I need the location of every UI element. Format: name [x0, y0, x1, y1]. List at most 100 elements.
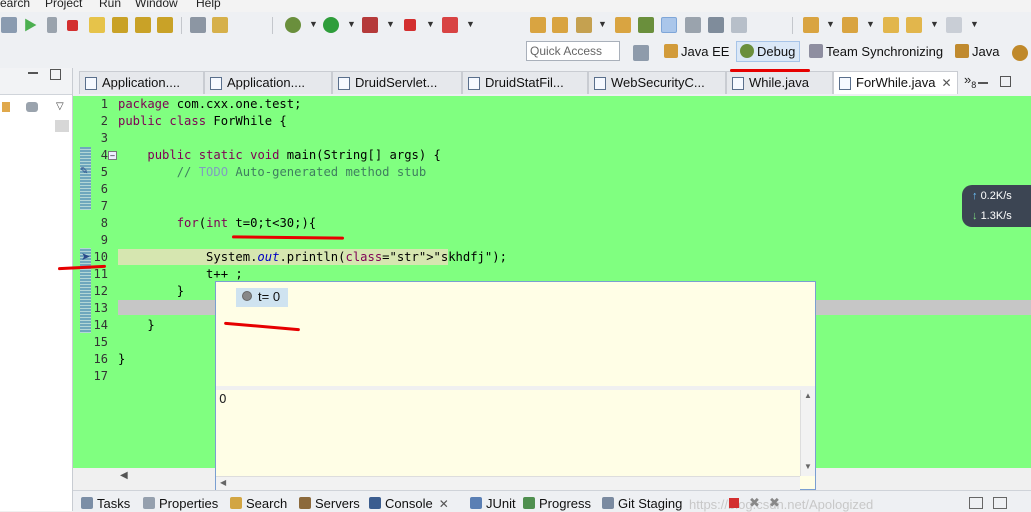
minimize-icon[interactable] — [28, 72, 38, 74]
open-task-icon[interactable] — [576, 17, 592, 33]
editor-tab-forwhile[interactable]: ForWhile.java ✕ — [833, 71, 958, 94]
maximize-icon[interactable] — [1000, 76, 1011, 87]
pin-console-icon[interactable] — [969, 497, 983, 509]
chevron-down-icon[interactable]: ▼ — [386, 19, 395, 29]
scrollbar-up[interactable] — [55, 120, 69, 132]
code-line[interactable]: package com.cxx.one.test; — [118, 97, 301, 111]
chevron-down-icon[interactable]: ▼ — [826, 19, 835, 29]
last-edit-icon[interactable] — [883, 17, 899, 33]
view-tab-git-staging[interactable]: Git Staging — [602, 496, 682, 511]
code-line[interactable]: } — [118, 284, 184, 298]
remove-launch-icon[interactable]: ✖ — [749, 495, 760, 511]
menu-project[interactable]: Project — [45, 0, 82, 10]
toggle-mark-icon[interactable] — [685, 17, 701, 33]
code-line[interactable]: // TODO Auto-generated method stub — [118, 165, 427, 179]
editor-tab-websecurityconfig[interactable]: WebSecurityC... — [588, 71, 726, 94]
new-icon[interactable] — [1, 17, 17, 33]
editor-tab-application-1[interactable]: Application.... — [79, 71, 204, 94]
tab-overflow-button[interactable]: »8 — [964, 72, 976, 90]
chevron-down-icon[interactable]: ▼ — [866, 19, 875, 29]
fold-toggle-icon[interactable]: – — [108, 151, 117, 160]
popup-horizontal-scrollbar[interactable]: ◀ — [216, 476, 800, 490]
code-line[interactable]: } — [118, 352, 125, 366]
previous-annotation-icon[interactable] — [842, 17, 858, 33]
run-icon[interactable] — [323, 17, 339, 33]
step-into-icon[interactable] — [112, 17, 128, 33]
external-tools-icon[interactable] — [442, 17, 458, 33]
editor-tab-application-2[interactable]: Application.... — [204, 71, 332, 94]
show-whitespace-icon[interactable] — [731, 17, 747, 33]
open-type-icon[interactable] — [530, 17, 546, 33]
perspective-debug[interactable]: Debug — [736, 41, 801, 62]
terminate-icon[interactable] — [67, 20, 78, 31]
forward-icon[interactable] — [946, 17, 962, 33]
search-folder-icon[interactable] — [615, 17, 631, 33]
disconnect-icon[interactable] — [89, 17, 105, 33]
popup-vertical-scrollbar[interactable]: ▲ ▼ — [800, 390, 815, 476]
menu-help[interactable]: Help — [196, 0, 221, 10]
editor-tab-while[interactable]: While.java — [726, 71, 833, 94]
code-line[interactable]: } — [118, 318, 154, 332]
menu-run[interactable]: Run — [99, 0, 121, 10]
view-menu-chevron-icon[interactable]: ▽ — [56, 101, 64, 112]
chevron-down-icon[interactable]: ▼ — [426, 19, 435, 29]
menu-window[interactable]: Window — [135, 0, 178, 10]
debug-bug-icon[interactable] — [285, 17, 301, 33]
code-line[interactable]: System.out.println(class="str">"skhdfj")… — [118, 250, 507, 264]
resume-icon[interactable] — [25, 18, 37, 32]
code-line[interactable]: public static void main(String[] args) { — [118, 148, 441, 162]
view-tab-junit[interactable]: JUnit — [470, 496, 516, 511]
scroll-up-icon[interactable]: ▲ — [804, 391, 812, 400]
quick-access-input[interactable]: Quick Access — [526, 41, 620, 61]
use-step-filters-icon[interactable] — [190, 17, 206, 33]
maximize-icon[interactable] — [50, 69, 61, 80]
step-over-icon[interactable] — [135, 17, 151, 33]
stop-server-icon[interactable] — [404, 19, 416, 31]
chevron-down-icon[interactable]: ▼ — [466, 19, 475, 29]
chevron-down-icon[interactable]: ▼ — [347, 19, 356, 29]
close-icon[interactable]: ✕ — [439, 497, 449, 511]
display-console-icon[interactable] — [993, 497, 1007, 509]
editor-tab-druidservlet[interactable]: DruidServlet... — [332, 71, 462, 94]
chevron-down-icon[interactable]: ▼ — [970, 19, 979, 29]
block-selection-icon[interactable] — [708, 17, 724, 33]
popup-sash[interactable] — [216, 386, 815, 390]
next-annotation-icon[interactable] — [803, 17, 819, 33]
open-folder-icon[interactable] — [552, 17, 568, 33]
scroll-left-icon[interactable]: ◀ — [120, 470, 128, 481]
remove-all-icon[interactable]: ✖ — [769, 495, 780, 511]
perspective-java-ee[interactable]: Java EE — [664, 44, 729, 59]
coverage-icon[interactable] — [362, 17, 378, 33]
link-editor-icon[interactable] — [26, 102, 38, 112]
variable-tree-item[interactable]: t= 0 — [236, 288, 289, 307]
view-tab-search[interactable]: Search — [230, 496, 287, 511]
code-line[interactable]: t++ ; — [118, 267, 243, 281]
view-tab-properties[interactable]: Properties — [143, 496, 218, 511]
editor-tab-druidstatfilter[interactable]: DruidStatFil... — [462, 71, 588, 94]
highlight-icon[interactable] — [661, 17, 677, 33]
code-line[interactable]: for(int t=0;t<30;){ — [118, 216, 316, 230]
suspend-icon[interactable] — [47, 17, 57, 33]
chevron-down-icon[interactable]: ▼ — [598, 19, 607, 29]
chevron-down-icon[interactable]: ▼ — [309, 19, 318, 29]
collapse-all-icon[interactable] — [2, 102, 10, 112]
view-tab-console[interactable]: Console ✕ — [369, 496, 449, 511]
pin-icon[interactable] — [638, 17, 654, 33]
chevron-down-icon[interactable]: ▼ — [930, 19, 939, 29]
back-icon[interactable] — [906, 17, 922, 33]
scroll-down-icon[interactable]: ▼ — [804, 462, 812, 471]
view-tab-tasks[interactable]: Tasks — [81, 496, 130, 511]
minimize-icon[interactable] — [978, 82, 988, 84]
perspective-team-synchronizing[interactable]: Team Synchronizing — [809, 44, 943, 59]
open-perspective-icon[interactable] — [633, 45, 649, 61]
menu-search[interactable]: earch — [0, 0, 30, 10]
code-line[interactable]: public class ForWhile { — [118, 114, 287, 128]
view-tab-progress[interactable]: Progress — [523, 496, 591, 511]
view-tab-servers[interactable]: Servers — [299, 496, 360, 511]
terminate-icon[interactable] — [729, 498, 739, 508]
perspective-java[interactable]: Java — [955, 44, 999, 59]
eclipse-icon[interactable] — [1012, 45, 1028, 61]
close-icon[interactable]: ✕ — [941, 76, 951, 90]
drop-to-frame-icon[interactable] — [212, 17, 228, 33]
step-return-icon[interactable] — [157, 17, 173, 33]
